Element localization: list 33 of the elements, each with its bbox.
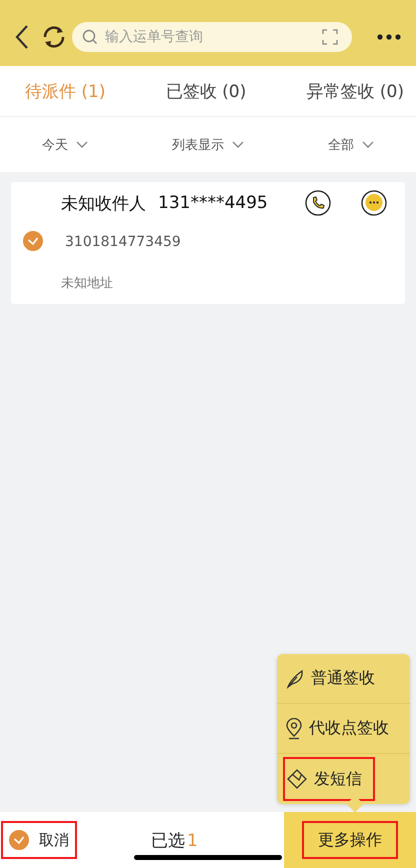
filter-dropdown[interactable]: 全部	[328, 136, 374, 154]
selected-count: 1	[187, 830, 198, 850]
scan-icon[interactable]	[322, 29, 338, 45]
search-input[interactable]: 输入运单号查询	[103, 28, 317, 46]
checkbox[interactable]	[23, 231, 43, 251]
address-text: 未知地址	[61, 275, 114, 292]
tracking-number: 3101814773459	[65, 234, 182, 250]
search-field[interactable]: 输入运单号查询	[72, 22, 352, 52]
tab[interactable]: 已签收 (0)	[166, 80, 246, 102]
cancel-button[interactable]: 取消	[3, 823, 75, 857]
tab[interactable]: 异常签收 (0)	[306, 80, 404, 102]
location-pin-icon	[285, 718, 303, 740]
more-icon[interactable]	[376, 33, 402, 41]
back-icon[interactable]	[14, 24, 30, 50]
recipient-name: 未知收件人	[61, 192, 146, 214]
phone-number: 131****4495	[158, 193, 268, 213]
menu-item[interactable]: 普通签收	[277, 654, 410, 704]
menu-item[interactable]: 代收点签收	[277, 704, 410, 754]
parcel-card[interactable]: 未知收件人 131****4495 3101814773459 未知地址	[11, 182, 405, 304]
chevron-icon	[232, 140, 244, 148]
message-icon[interactable]	[361, 190, 387, 216]
filter-dropdown[interactable]: 今天	[42, 136, 88, 154]
selected-label: 已选	[151, 830, 185, 852]
chevron-icon	[362, 140, 374, 148]
filter-dropdown[interactable]: 列表显示	[172, 136, 244, 154]
chevron-icon	[76, 140, 88, 148]
search-icon	[82, 29, 98, 45]
menu-item[interactable]: 发短信	[280, 754, 378, 804]
checkmark-icon	[27, 236, 39, 246]
phone-icon[interactable]	[305, 190, 331, 216]
envelope-icon	[286, 768, 308, 790]
feather-icon	[285, 668, 305, 688]
checkmark-icon	[13, 835, 25, 845]
